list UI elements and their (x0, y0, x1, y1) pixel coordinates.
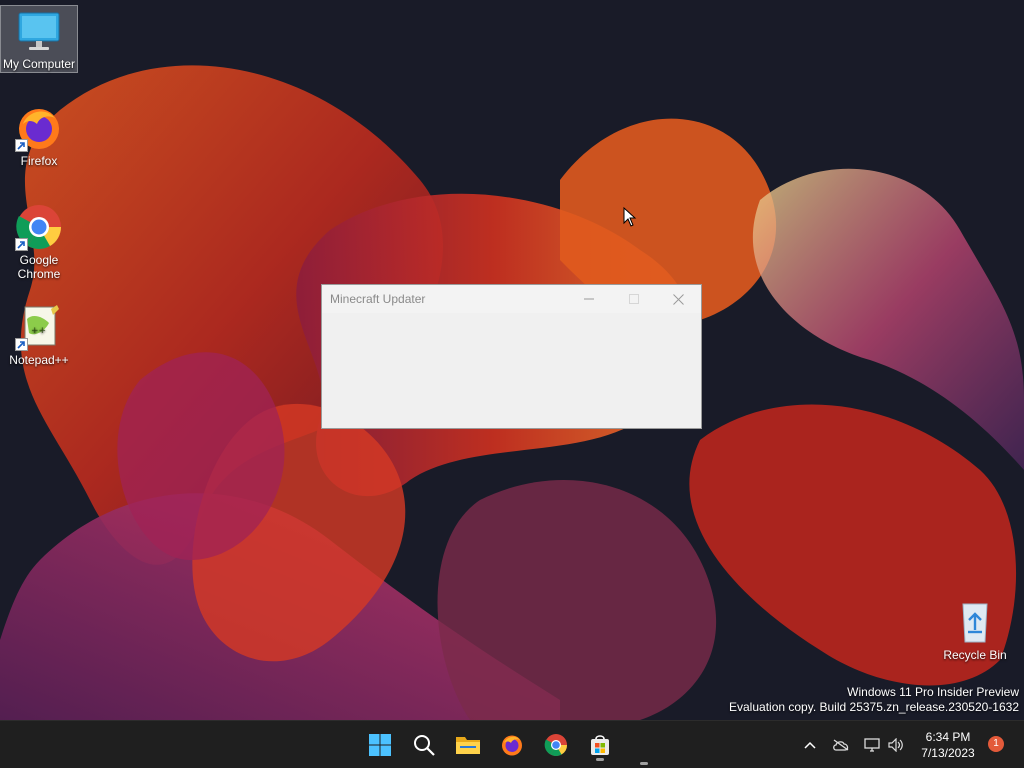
search-icon (414, 735, 435, 756)
taskbar: 6:34 PM 7/13/2023 (0, 720, 1024, 768)
minimize-button[interactable] (566, 285, 611, 313)
notepad-plus-plus-icon: ++ (15, 303, 63, 351)
maximize-icon (628, 294, 639, 304)
minecraft-updater-window[interactable]: Minecraft Updater (321, 284, 702, 429)
mouse-cursor-icon (623, 207, 637, 227)
microsoft-store-icon (591, 735, 609, 755)
chrome-icon (544, 734, 567, 756)
watermark-line-2: Evaluation copy. Build 25375.zn_release.… (729, 700, 1019, 714)
close-button[interactable] (656, 285, 701, 313)
minimize-icon (583, 298, 594, 300)
network-button[interactable] (862, 721, 882, 769)
onedrive-icon (833, 739, 849, 751)
window-titlebar[interactable]: Minecraft Updater (322, 285, 701, 313)
desktop-icon-label: Notepad++ (9, 353, 69, 367)
window-content (322, 313, 701, 428)
computer-icon (15, 11, 63, 55)
close-icon (673, 293, 684, 305)
running-indicator (596, 758, 604, 761)
file-explorer-icon (456, 737, 480, 754)
chevron-up-icon (804, 741, 816, 749)
search-button[interactable] (406, 727, 442, 763)
network-icon (863, 737, 880, 752)
clock-button[interactable]: 6:34 PM 7/13/2023 (915, 729, 981, 761)
window-title: Minecraft Updater (330, 292, 426, 306)
taskbar-chrome-button[interactable] (538, 727, 574, 763)
shortcut-arrow-icon (15, 238, 28, 251)
evaluation-watermark: Windows 11 Pro Insider Preview Evaluatio… (729, 685, 1019, 715)
running-indicator (640, 762, 648, 765)
recycle-bin-icon (951, 598, 999, 646)
svg-text:++: ++ (31, 326, 46, 336)
start-icon (369, 734, 391, 756)
desktop-icon-recycle-bin[interactable]: Recycle Bin (936, 598, 1014, 662)
desktop-icon-firefox[interactable]: Firefox (0, 104, 78, 168)
file-explorer-button[interactable] (450, 727, 486, 763)
shortcut-arrow-icon (15, 139, 28, 152)
desktop-icon-my-computer[interactable]: My Computer (0, 5, 78, 73)
desktop-icon-chrome[interactable]: Google Chrome (0, 203, 78, 281)
volume-button[interactable] (886, 721, 906, 769)
clock-date: 7/13/2023 (921, 746, 975, 760)
volume-icon (888, 738, 903, 752)
maximize-button (611, 285, 656, 313)
desktop-icon-label: Google Chrome (17, 253, 61, 281)
firefox-icon (502, 735, 522, 756)
microsoft-store-button[interactable] (582, 727, 618, 763)
taskbar-firefox-button[interactable] (494, 727, 530, 763)
desktop-icon-label: My Computer (2, 57, 76, 71)
firefox-icon (15, 104, 63, 152)
notification-badge[interactable]: 1 (988, 736, 1004, 752)
chrome-icon (15, 203, 63, 251)
desktop-icon-label: Recycle Bin (943, 648, 1007, 662)
desktop-icon-notepad-plus-plus[interactable]: ++ Notepad++ (0, 303, 78, 367)
start-button[interactable] (362, 727, 398, 763)
show-hidden-icons-button[interactable] (800, 721, 820, 769)
shortcut-arrow-icon (15, 338, 28, 351)
clock-time: 6:34 PM (925, 730, 971, 744)
desktop-icon-label: Firefox (20, 154, 58, 168)
onedrive-button[interactable] (830, 721, 852, 769)
watermark-line-1: Windows 11 Pro Insider Preview (847, 685, 1019, 699)
